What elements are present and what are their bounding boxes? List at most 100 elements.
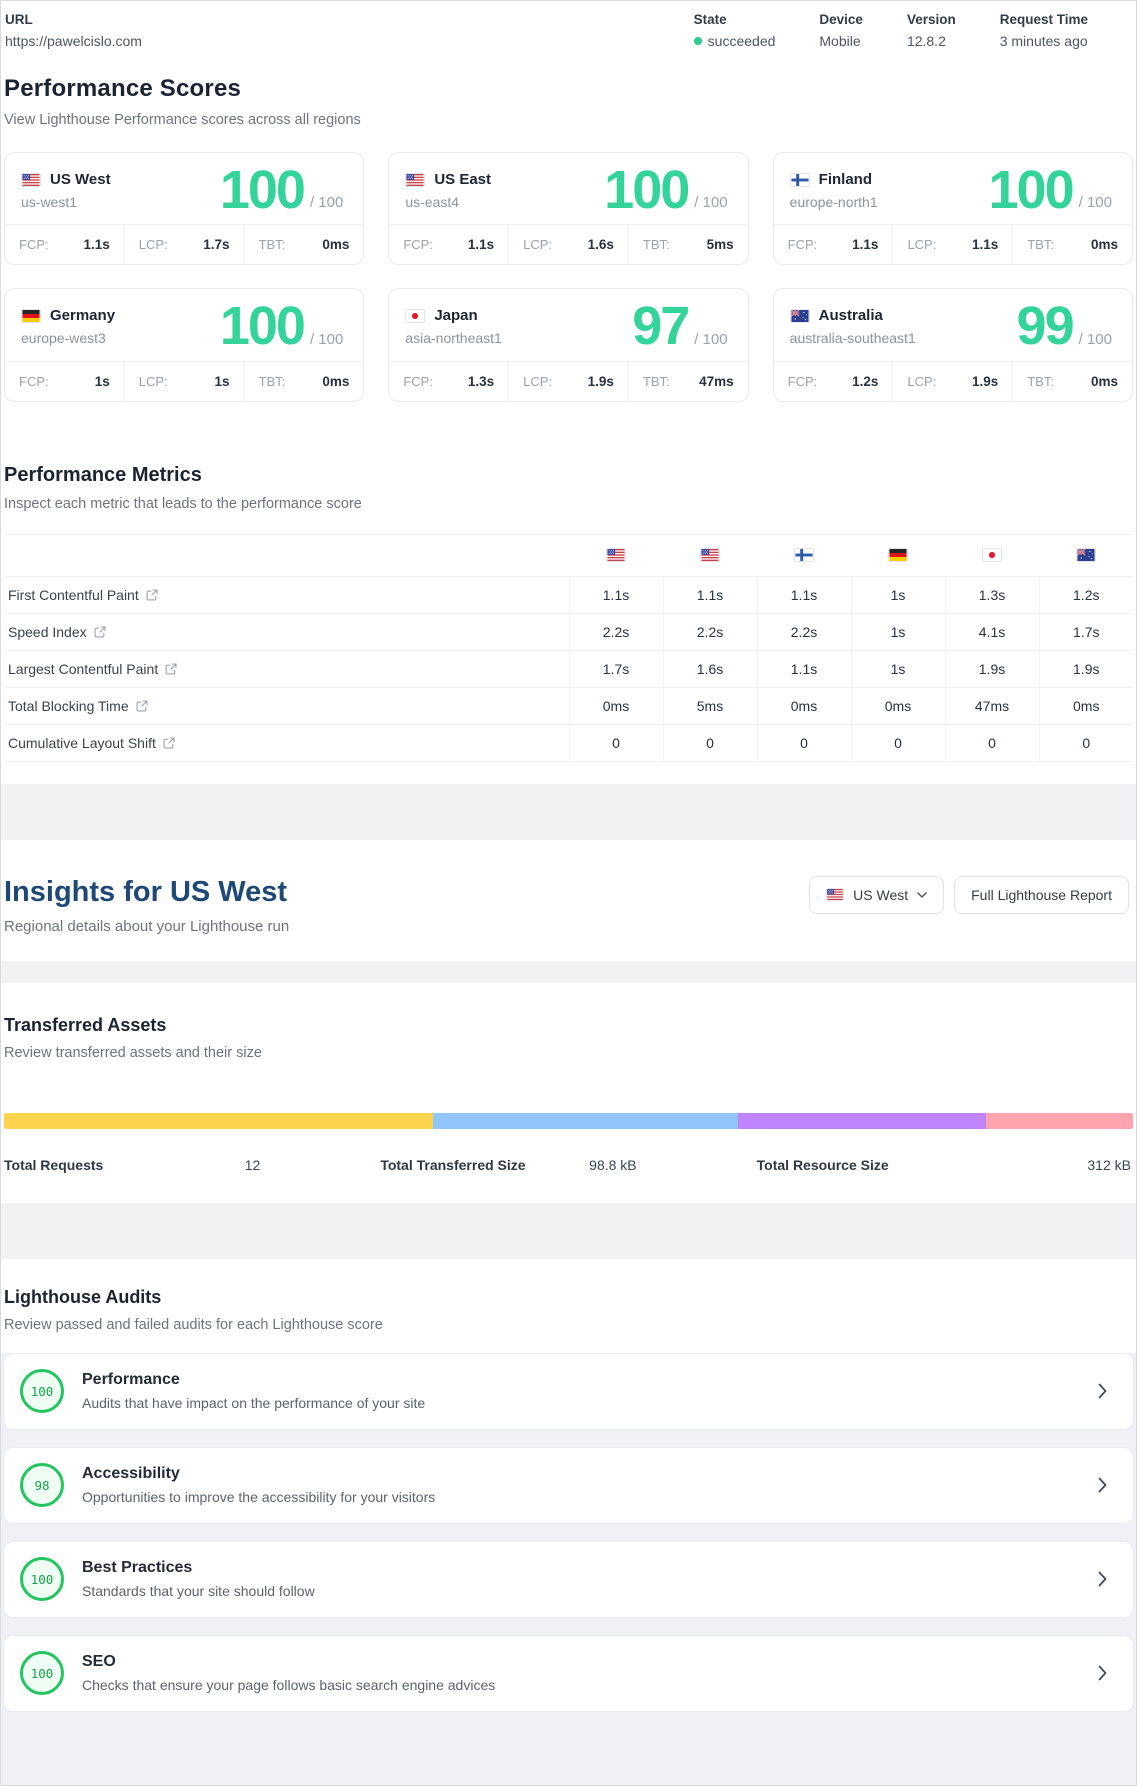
table-row: First Contentful Paint 1.1s 1.1s 1.1s 1s… bbox=[4, 576, 1133, 614]
performance-score: 97 bbox=[632, 296, 690, 357]
lighthouse-report-page: URL https://pawelcislo.com State succeed… bbox=[0, 0, 1137, 1786]
score-denominator: / 100 bbox=[309, 330, 344, 348]
region-code: asia-northeast1 bbox=[405, 330, 502, 347]
section-title: Performance Scores bbox=[4, 75, 242, 102]
assets-size-bar bbox=[4, 1112, 1133, 1129]
section-subtitle: View Lighthouse Performance scores acros… bbox=[4, 112, 361, 128]
insights-subtitle: Regional details about your Lighthouse r… bbox=[4, 917, 290, 935]
germany-flag-icon bbox=[21, 308, 41, 323]
state-block: State succeeded bbox=[693, 12, 776, 49]
finland-flag-icon bbox=[789, 172, 810, 187]
region-name: Germany bbox=[50, 307, 116, 325]
insights-section: Insights for US West Regional details ab… bbox=[1, 875, 1136, 935]
region-code: europe-west3 bbox=[21, 330, 106, 347]
metric-link[interactable]: Cumulative Layout Shift bbox=[8, 735, 175, 751]
section-subtitle: Review passed and failed audits for each… bbox=[4, 1316, 383, 1333]
region-name: Japan bbox=[434, 307, 478, 325]
external-link-icon bbox=[146, 589, 158, 601]
audit-row-accessibility[interactable]: 98 Accessibility Opportunities to improv… bbox=[3, 1446, 1134, 1524]
table-row: Speed Index 2.2s 2.2s 2.2s 1s 4.1s 1.7s bbox=[4, 613, 1133, 651]
region-name: Australia bbox=[818, 307, 883, 325]
assets-bar-segment bbox=[433, 1112, 738, 1129]
chevron-right-icon bbox=[1098, 1383, 1107, 1399]
audit-description: Standards that your site should follow bbox=[82, 1583, 315, 1600]
region-score-card-japan: Japan asia-northeast1 97 / 100 FCP: 1.3s … bbox=[388, 288, 749, 402]
external-link-icon bbox=[94, 626, 106, 638]
device-value: Mobile bbox=[819, 33, 861, 49]
audit-row-seo[interactable]: 100 SEO Checks that ensure your page fol… bbox=[3, 1634, 1134, 1712]
japan-flag-icon bbox=[405, 308, 426, 323]
section-divider bbox=[1, 783, 1136, 840]
chevron-down-icon bbox=[917, 891, 927, 898]
request-time-value: 3 minutes ago bbox=[999, 33, 1088, 49]
us-flag-icon bbox=[826, 888, 845, 902]
us-flag-icon bbox=[663, 533, 757, 577]
full-lighthouse-report-button[interactable]: Full Lighthouse Report bbox=[954, 875, 1129, 914]
audit-description: Opportunities to improve the accessibili… bbox=[82, 1489, 436, 1506]
url-label: URL bbox=[5, 12, 33, 27]
assets-bar-segment bbox=[737, 1112, 987, 1129]
table-row: Total Blocking Time 0ms 5ms 0ms 0ms 47ms… bbox=[4, 687, 1133, 725]
audit-row-performance[interactable]: 100 Performance Audits that have impact … bbox=[3, 1352, 1134, 1430]
stat-total-transferred-size: Total Transferred Size 98.8 kB bbox=[380, 1156, 637, 1173]
chevron-right-icon bbox=[1098, 1477, 1107, 1493]
device-block: Device Mobile bbox=[819, 12, 863, 49]
report-meta-header: URL https://pawelcislo.com State succeed… bbox=[1, 1, 1136, 63]
version-value: 12.8.2 bbox=[906, 33, 946, 49]
meta-group: State succeeded Device Mobile Version 12… bbox=[693, 12, 1088, 49]
transferred-assets-section: Transferred Assets Review transferred as… bbox=[1, 1015, 1136, 1173]
metric-link[interactable]: Speed Index bbox=[8, 624, 106, 640]
performance-score: 100 bbox=[219, 160, 306, 220]
audit-name: Performance bbox=[82, 1371, 180, 1389]
stat-total-resource-size: Total Resource Size 312 kB bbox=[756, 1156, 1131, 1173]
section-divider bbox=[1, 960, 1136, 983]
region-name: US West bbox=[50, 171, 111, 189]
audit-row-best-practices[interactable]: 100 Best Practices Standards that your s… bbox=[3, 1540, 1134, 1618]
metric-link[interactable]: Total Blocking Time bbox=[8, 698, 148, 714]
region-name: US East bbox=[434, 171, 492, 189]
region-score-card-us-east: US East us-east4 100 / 100 FCP: 1.1s LCP:… bbox=[388, 152, 749, 266]
url-value: https://pawelcislo.com bbox=[5, 33, 142, 49]
region-code: us-west1 bbox=[21, 194, 78, 211]
region-score-card-germany: Germany europe-west3 100 / 100 FCP: 1s LC… bbox=[4, 288, 365, 402]
region-selector-dropdown[interactable]: US West bbox=[809, 875, 945, 914]
metric-link[interactable]: Largest Contentful Paint bbox=[8, 661, 177, 677]
performance-score: 100 bbox=[988, 160, 1075, 220]
status-dot-icon bbox=[693, 37, 702, 45]
performance-metrics-section: Performance Metrics Inspect each metric … bbox=[1, 464, 1136, 762]
audit-name: SEO bbox=[82, 1653, 116, 1671]
audit-description: Checks that ensure your page follows bas… bbox=[82, 1677, 496, 1694]
section-subtitle: Review transferred assets and their size bbox=[4, 1044, 262, 1061]
request-time-block: Request Time 3 minutes ago bbox=[999, 12, 1088, 49]
finland-flag-icon bbox=[757, 533, 851, 577]
score-denominator: / 100 bbox=[1078, 194, 1112, 212]
region-name: Finland bbox=[818, 171, 872, 189]
score-denominator: / 100 bbox=[309, 194, 344, 212]
section-title: Performance Metrics bbox=[4, 463, 202, 486]
section-title: Lighthouse Audits bbox=[4, 1286, 162, 1307]
assets-bar-segment bbox=[4, 1112, 434, 1129]
japan-flag-icon bbox=[945, 533, 1039, 577]
us-flag-icon bbox=[21, 172, 41, 187]
performance-score: 99 bbox=[1016, 296, 1075, 357]
version-block: Version 12.8.2 bbox=[906, 12, 956, 49]
region-score-card-australia: Australia australia-southeast1 99 / 100 … bbox=[772, 288, 1133, 402]
assets-stats-row: Total Requests 12 Total Transferred Size… bbox=[4, 1157, 1133, 1173]
region-score-card-finland: Finland europe-north1 100 / 100 FCP: 1.1s… bbox=[772, 152, 1133, 266]
audit-description: Audits that have impact on the performan… bbox=[82, 1395, 426, 1412]
region-code: australia-southeast1 bbox=[789, 330, 916, 347]
region-code: europe-north1 bbox=[789, 194, 878, 211]
flags-header-row bbox=[4, 533, 1133, 577]
score-badge: 98 bbox=[20, 1463, 64, 1508]
region-code: us-east4 bbox=[405, 194, 460, 211]
table-row: Cumulative Layout Shift 0 0 0 0 0 0 bbox=[4, 724, 1133, 762]
score-denominator: / 100 bbox=[1078, 330, 1112, 348]
score-denominator: / 100 bbox=[694, 330, 728, 348]
australia-flag-icon bbox=[789, 308, 810, 323]
us-flag-icon bbox=[569, 533, 663, 577]
external-link-icon bbox=[165, 663, 177, 675]
external-link-icon bbox=[136, 700, 148, 712]
audit-name: Best Practices bbox=[82, 1559, 193, 1577]
metric-link[interactable]: First Contentful Paint bbox=[8, 587, 158, 603]
performance-metrics-table: First Contentful Paint 1.1s 1.1s 1.1s 1s… bbox=[4, 533, 1133, 762]
